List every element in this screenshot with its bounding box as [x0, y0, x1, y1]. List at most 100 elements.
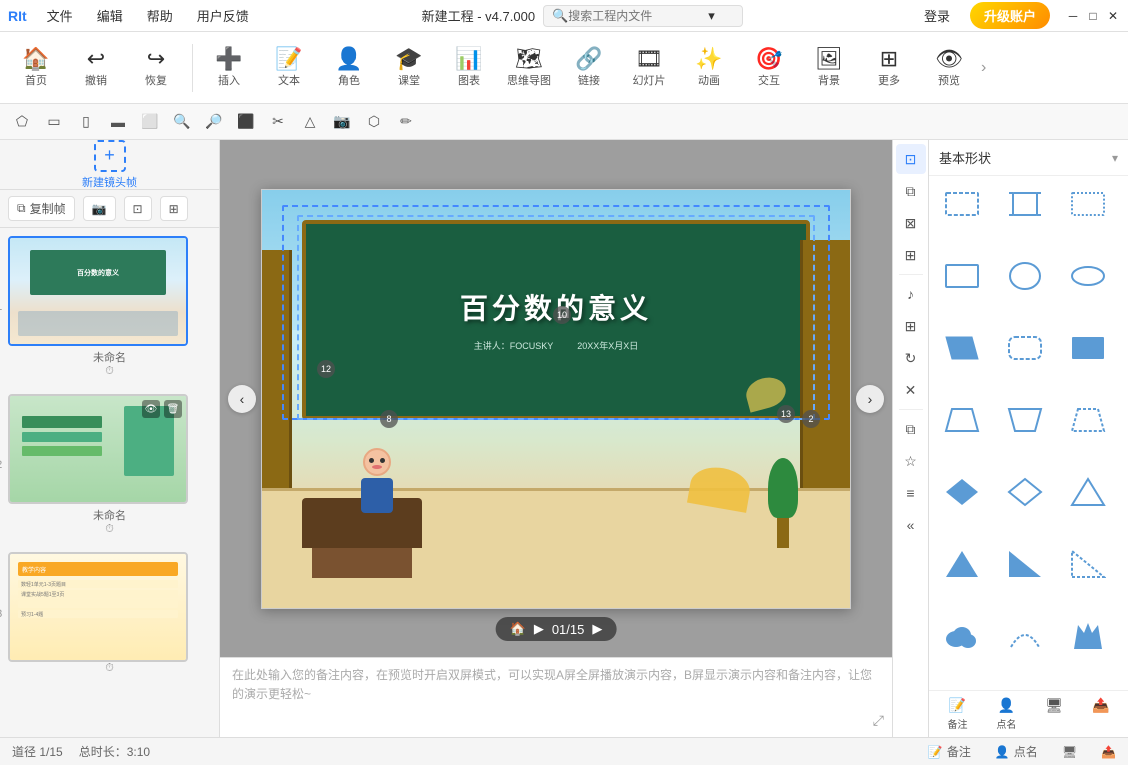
- shape-right-triangle[interactable]: [1000, 544, 1050, 584]
- toolbar-character[interactable]: 👤 角色: [321, 36, 377, 100]
- menu-feedback[interactable]: 用户反馈: [193, 4, 253, 27]
- notes-button[interactable]: 📝 备注: [947, 697, 967, 731]
- toolbar-undo[interactable]: ↩ 撤销: [68, 36, 124, 100]
- search-box[interactable]: 🔍 ▾: [543, 5, 743, 27]
- attendance-button[interactable]: 👤 点名: [996, 697, 1016, 731]
- search-input[interactable]: [568, 9, 708, 23]
- slide-eye-icon[interactable]: 👁: [142, 400, 160, 418]
- menu-help[interactable]: 帮助: [143, 4, 177, 27]
- rs-collapse[interactable]: «: [896, 510, 926, 540]
- notes-area[interactable]: 在此处输入您的备注内容，在预览时开启双屏模式，可以实现A屏全屏播放演示内容，B屏…: [220, 657, 892, 737]
- shape-zoom-out[interactable]: 🔎: [200, 108, 228, 136]
- shape-cut[interactable]: ✂: [264, 108, 292, 136]
- next-icon[interactable]: ▶: [592, 621, 602, 637]
- toolbar-animation[interactable]: ✨ 动画: [681, 36, 737, 100]
- toolbar-mindmap[interactable]: 🗺 思维导图: [501, 36, 557, 100]
- menu-edit[interactable]: 编辑: [93, 4, 127, 27]
- new-frame-button[interactable]: + 新建镜头帧: [82, 140, 137, 190]
- shape-rect1[interactable]: ▭: [40, 108, 68, 136]
- canvas-nav-right[interactable]: ›: [856, 385, 884, 413]
- toolbar-slideshow[interactable]: 🎞 幻灯片: [621, 36, 677, 100]
- toolbar-chart[interactable]: 📊 图表: [441, 36, 497, 100]
- rs-shapes[interactable]: ⊡: [896, 144, 926, 174]
- shape-rect-rounded-dot[interactable]: [1000, 328, 1050, 368]
- toolbar-insert[interactable]: ➕ 插入: [201, 36, 257, 100]
- toolbar-background[interactable]: 🖼 背景: [801, 36, 857, 100]
- rs-rotate[interactable]: ↻: [896, 343, 926, 373]
- shape-trapezoid-bottom[interactable]: [1063, 400, 1113, 440]
- canvas-nav-left[interactable]: ‹: [228, 385, 256, 413]
- shape-bracket-rect[interactable]: [1000, 184, 1050, 224]
- share-button[interactable]: 📤: [1092, 697, 1109, 731]
- shape-rect2[interactable]: ▯: [72, 108, 100, 136]
- shape-parallelogram[interactable]: [937, 328, 987, 368]
- shape-triangle[interactable]: △: [296, 108, 324, 136]
- shape-rect-solid[interactable]: [937, 256, 987, 296]
- shape-rect-dotted[interactable]: [1063, 184, 1113, 224]
- slide-delete-icon[interactable]: 🗑: [164, 400, 182, 418]
- maximize-button[interactable]: □: [1086, 9, 1100, 23]
- slide-item-3[interactable]: 03 教学内容 数轻1单元1-3页题目 课堂实战5题1至3页 预习1-4题 ⏱: [8, 552, 211, 675]
- toolbar-preview[interactable]: 👁 预览: [921, 36, 977, 100]
- shape-rect4[interactable]: ⬜: [136, 108, 164, 136]
- shapes-collapse-arrow[interactable]: ▾: [1112, 151, 1118, 165]
- screenshot-button[interactable]: 📷: [83, 196, 116, 221]
- shape-trapezoid-mid[interactable]: [1000, 400, 1050, 440]
- shape-trapezoid-top[interactable]: [937, 400, 987, 440]
- shape-cloud[interactable]: [937, 616, 987, 656]
- screen-bottom-action[interactable]: 🖥: [1062, 745, 1077, 759]
- shape-rect3[interactable]: ▬: [104, 108, 132, 136]
- shape-pentagon[interactable]: ⬠: [8, 108, 36, 136]
- shape-edit[interactable]: ✏: [392, 108, 420, 136]
- shape-diamond-outline[interactable]: [1000, 472, 1050, 512]
- toolbar-redo[interactable]: ↪ 恢复: [128, 36, 184, 100]
- toolbar-classroom[interactable]: 🎓 课堂: [381, 36, 437, 100]
- rs-layers2[interactable]: ≡: [896, 478, 926, 508]
- shape-triangle-solid[interactable]: [937, 544, 987, 584]
- minimize-button[interactable]: ─: [1066, 9, 1080, 23]
- rs-star[interactable]: ☆: [896, 446, 926, 476]
- toolbar-home[interactable]: 🏠 首页: [8, 36, 64, 100]
- upgrade-button[interactable]: 升级账户: [970, 2, 1050, 29]
- play-icon[interactable]: ▶: [534, 621, 544, 637]
- rs-settings[interactable]: ⊞: [896, 240, 926, 270]
- export-bottom-action[interactable]: 📤: [1101, 745, 1116, 759]
- shape-triangle-outline[interactable]: [1063, 472, 1113, 512]
- toolbar-more[interactable]: ⊞ 更多: [861, 36, 917, 100]
- shape-arc[interactable]: [1000, 616, 1050, 656]
- shape-diamond-solid[interactable]: [937, 472, 987, 512]
- slide-item-1[interactable]: 01 百分数的意义 未命名 ⏱: [8, 236, 211, 378]
- attendance-bottom-action[interactable]: 👤 点名: [995, 743, 1038, 760]
- menu-file[interactable]: 文件: [43, 4, 77, 27]
- slide-item-2[interactable]: 02 👁 🗑 未命名 ⏱: [8, 394, 211, 536]
- shape-ellipse[interactable]: [1063, 256, 1113, 296]
- slide-thumb-3[interactable]: 教学内容 数轻1单元1-3页题目 课堂实战5题1至3页 预习1-4题: [8, 552, 188, 662]
- shape-rect-dashed[interactable]: [937, 184, 987, 224]
- rs-copy[interactable]: ⧉: [896, 414, 926, 444]
- rs-music[interactable]: ♪: [896, 279, 926, 309]
- close-button[interactable]: ✕: [1106, 9, 1120, 23]
- toolbar-interact[interactable]: 🎯 交互: [741, 36, 797, 100]
- slide-thumb-1[interactable]: 百分数的意义: [8, 236, 188, 346]
- copy-frame-button[interactable]: ⧉ 复制帧: [8, 196, 75, 221]
- shape-align[interactable]: ⬛: [232, 108, 260, 136]
- shape-complex[interactable]: [1063, 616, 1113, 656]
- slide-thumb-2[interactable]: 👁 🗑: [8, 394, 188, 504]
- shape-frame[interactable]: ⬡: [360, 108, 388, 136]
- rs-table[interactable]: ⊞: [896, 311, 926, 341]
- rs-zoom[interactable]: ⊠: [896, 208, 926, 238]
- fit-button[interactable]: ⊡: [124, 196, 152, 221]
- shape-right-triangle-outline[interactable]: [1063, 544, 1113, 584]
- expand-icon[interactable]: ⤢: [873, 712, 884, 729]
- screen-button[interactable]: 🖥: [1045, 697, 1063, 731]
- notes-bottom-action[interactable]: 📝 备注: [928, 743, 971, 760]
- rs-layers[interactable]: ⧉: [896, 176, 926, 206]
- toolbar-more-arrow[interactable]: ›: [981, 59, 986, 77]
- main-canvas[interactable]: 百分数的意义 主讲人：FOCUSKY 20XX年X月X日: [261, 189, 851, 609]
- home-nav-icon[interactable]: 🏠: [510, 621, 526, 637]
- shape-filled-rect[interactable]: [1063, 328, 1113, 368]
- toolbar-text[interactable]: 📝 文本: [261, 36, 317, 100]
- toolbar-link[interactable]: 🔗 链接: [561, 36, 617, 100]
- search-dropdown-icon[interactable]: ▾: [708, 8, 715, 24]
- shape-circle[interactable]: [1000, 256, 1050, 296]
